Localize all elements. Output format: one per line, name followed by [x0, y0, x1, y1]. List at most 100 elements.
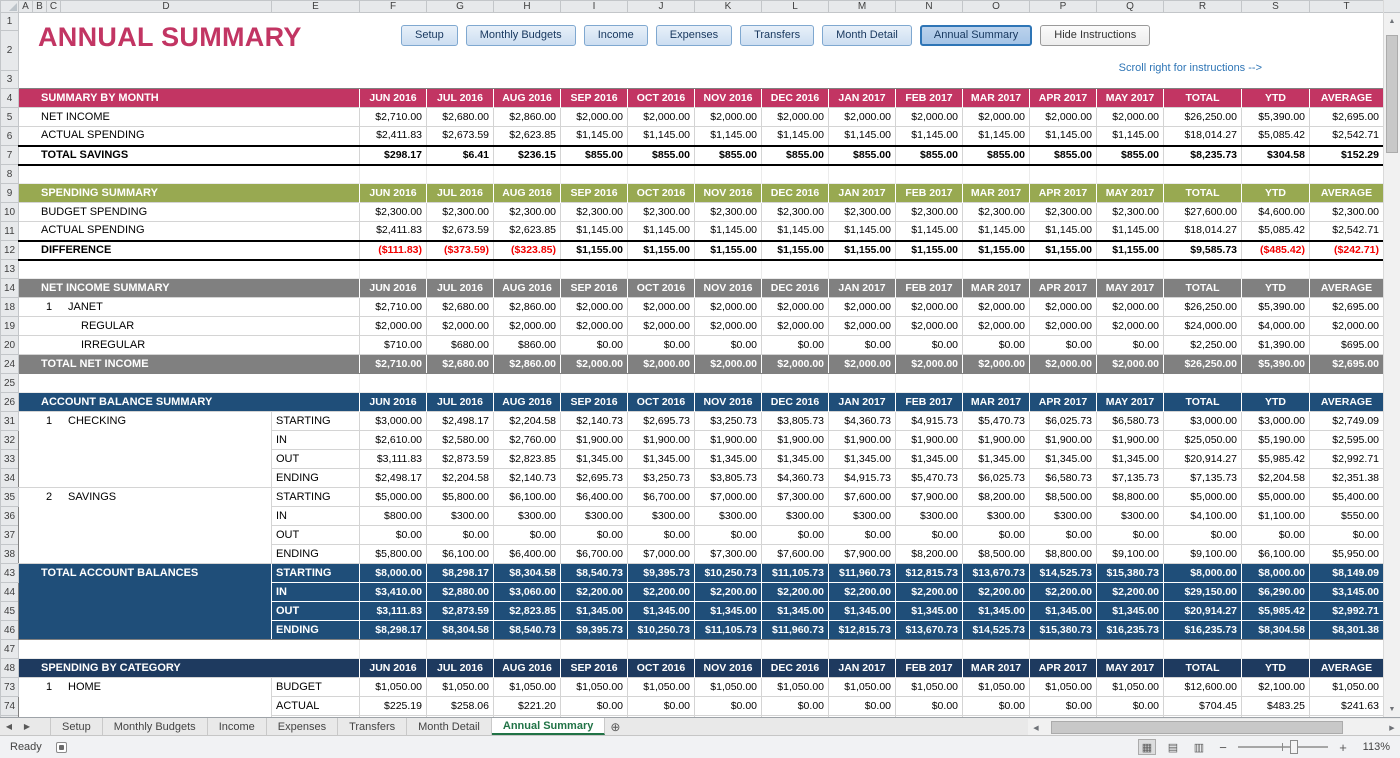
section-title[interactable]: SPENDING BY CATEGORY	[19, 659, 360, 678]
cell[interactable]: $10,250.73	[695, 564, 762, 583]
cell[interactable]: $9,585.73	[1164, 241, 1242, 260]
new-sheet-button[interactable]	[605, 718, 625, 735]
cell[interactable]: $1,155.00	[628, 241, 695, 260]
cell[interactable]: $2,000.00	[762, 317, 829, 336]
month-header[interactable]: MAR 2017	[963, 393, 1030, 412]
cell[interactable]: $2,860.00	[494, 298, 561, 317]
cell[interactable]	[1097, 165, 1164, 184]
cell[interactable]: $2,873.59	[427, 602, 494, 621]
cell[interactable]: $300.00	[963, 507, 1030, 526]
month-header[interactable]: JUN 2016	[360, 279, 427, 298]
cell[interactable]: $2,823.85	[494, 602, 561, 621]
row-sublabel[interactable]: OUT	[272, 450, 360, 469]
month-header[interactable]: AVERAGE	[1310, 184, 1384, 203]
cell[interactable]: $2,204.58	[494, 412, 561, 431]
cell[interactable]: $13,670.73	[963, 564, 1030, 583]
cell[interactable]: $4,360.73	[829, 412, 896, 431]
cell[interactable]: $2,880.00	[427, 583, 494, 602]
cell[interactable]: $0.00	[561, 336, 628, 355]
cell[interactable]: $0.00	[896, 336, 963, 355]
cell[interactable]	[561, 374, 628, 393]
cell[interactable]: $6,580.73	[1030, 469, 1097, 488]
cell[interactable]: $1,050.00	[963, 678, 1030, 697]
cell[interactable]: $6,025.73	[1030, 412, 1097, 431]
cell[interactable]: $2,000.00	[561, 298, 628, 317]
cell[interactable]: $5,470.73	[963, 412, 1030, 431]
cell[interactable]: $855.00	[896, 146, 963, 165]
vertical-scrollbar[interactable]	[1383, 0, 1400, 717]
cell[interactable]: $2,000.00	[628, 298, 695, 317]
month-header[interactable]: AVERAGE	[1310, 279, 1384, 298]
section-title[interactable]: SPENDING SUMMARY	[19, 184, 360, 203]
cell[interactable]: $1,390.00	[1242, 336, 1310, 355]
month-header[interactable]: NOV 2016	[695, 184, 762, 203]
cell[interactable]: $0.00	[896, 697, 963, 716]
column-header-c[interactable]: C	[47, 1, 61, 13]
cell[interactable]: $680.00	[427, 336, 494, 355]
cell[interactable]	[628, 165, 695, 184]
cell[interactable]: $300.00	[695, 507, 762, 526]
cell[interactable]: $8,304.58	[494, 564, 561, 583]
cell[interactable]	[896, 640, 963, 659]
cell[interactable]	[762, 374, 829, 393]
month-header[interactable]: OCT 2016	[628, 659, 695, 678]
row-label[interactable]: BUDGET SPENDING	[19, 203, 360, 222]
scroll-right-icon[interactable]	[1384, 719, 1400, 736]
cell[interactable]	[561, 640, 628, 659]
month-header[interactable]: AUG 2016	[494, 279, 561, 298]
cell[interactable]: $15,380.73	[1030, 621, 1097, 640]
month-header[interactable]: DEC 2016	[762, 279, 829, 298]
cell[interactable]: $2,000.00	[561, 108, 628, 127]
cell[interactable]: $2,351.38	[1310, 469, 1384, 488]
cell[interactable]: $7,000.00	[695, 488, 762, 507]
column-header-s[interactable]: S	[1242, 1, 1310, 13]
month-header[interactable]: YTD	[1242, 659, 1310, 678]
month-header[interactable]: SEP 2016	[561, 659, 628, 678]
row-label[interactable]: 2SAVINGS	[19, 488, 272, 564]
cell[interactable]: $2,000.00	[494, 317, 561, 336]
row-sublabel[interactable]: IN	[272, 507, 360, 526]
cell[interactable]: $2,300.00	[963, 203, 1030, 222]
cell[interactable]: $0.00	[1030, 526, 1097, 545]
cell[interactable]: $1,345.00	[896, 450, 963, 469]
cell[interactable]: $2,000.00	[896, 108, 963, 127]
cell[interactable]	[896, 165, 963, 184]
row-sublabel[interactable]: STARTING	[272, 488, 360, 507]
cell[interactable]: $0.00	[829, 697, 896, 716]
cell[interactable]	[19, 640, 360, 659]
cell[interactable]	[427, 374, 494, 393]
row-header-25[interactable]: 25	[1, 374, 19, 393]
month-header[interactable]: DEC 2016	[762, 393, 829, 412]
cell[interactable]: $8,500.00	[963, 545, 1030, 564]
cell[interactable]: $0.00	[1242, 526, 1310, 545]
row-sublabel[interactable]: STARTING	[272, 564, 360, 583]
cell[interactable]: $3,145.00	[1310, 583, 1384, 602]
cell[interactable]: $6,290.00	[1242, 583, 1310, 602]
cell[interactable]: $1,900.00	[561, 431, 628, 450]
cell[interactable]: ($373.59)	[427, 241, 494, 260]
cell[interactable]: $2,595.00	[1310, 431, 1384, 450]
cell[interactable]: $1,345.00	[695, 450, 762, 469]
row-header-73[interactable]: 73	[1, 678, 19, 697]
month-header[interactable]: YTD	[1242, 393, 1310, 412]
cell[interactable]: $1,155.00	[762, 241, 829, 260]
cell[interactable]: $8,200.00	[896, 545, 963, 564]
cell[interactable]: $304.58	[1242, 146, 1310, 165]
cell[interactable]: $1,145.00	[963, 127, 1030, 146]
cell[interactable]: $16,235.73	[1164, 621, 1242, 640]
column-header-k[interactable]: K	[695, 1, 762, 13]
cell[interactable]: $1,900.00	[628, 431, 695, 450]
nav-button-monthly-budgets[interactable]: Monthly Budgets	[466, 25, 576, 46]
cell[interactable]: $2,000.00	[762, 108, 829, 127]
month-header[interactable]: AUG 2016	[494, 89, 561, 108]
cell[interactable]: $6,400.00	[494, 545, 561, 564]
cell[interactable]: $2,000.00	[1030, 298, 1097, 317]
page-layout-view-button[interactable]	[1164, 739, 1182, 755]
cell[interactable]: $710.00	[360, 336, 427, 355]
row-label[interactable]: DIFFERENCE	[19, 241, 360, 260]
cell[interactable]: $1,145.00	[829, 222, 896, 241]
cell[interactable]: $1,145.00	[628, 222, 695, 241]
row-header-45[interactable]: 45	[1, 602, 19, 621]
cell[interactable]: $1,900.00	[762, 431, 829, 450]
cell[interactable]	[963, 640, 1030, 659]
